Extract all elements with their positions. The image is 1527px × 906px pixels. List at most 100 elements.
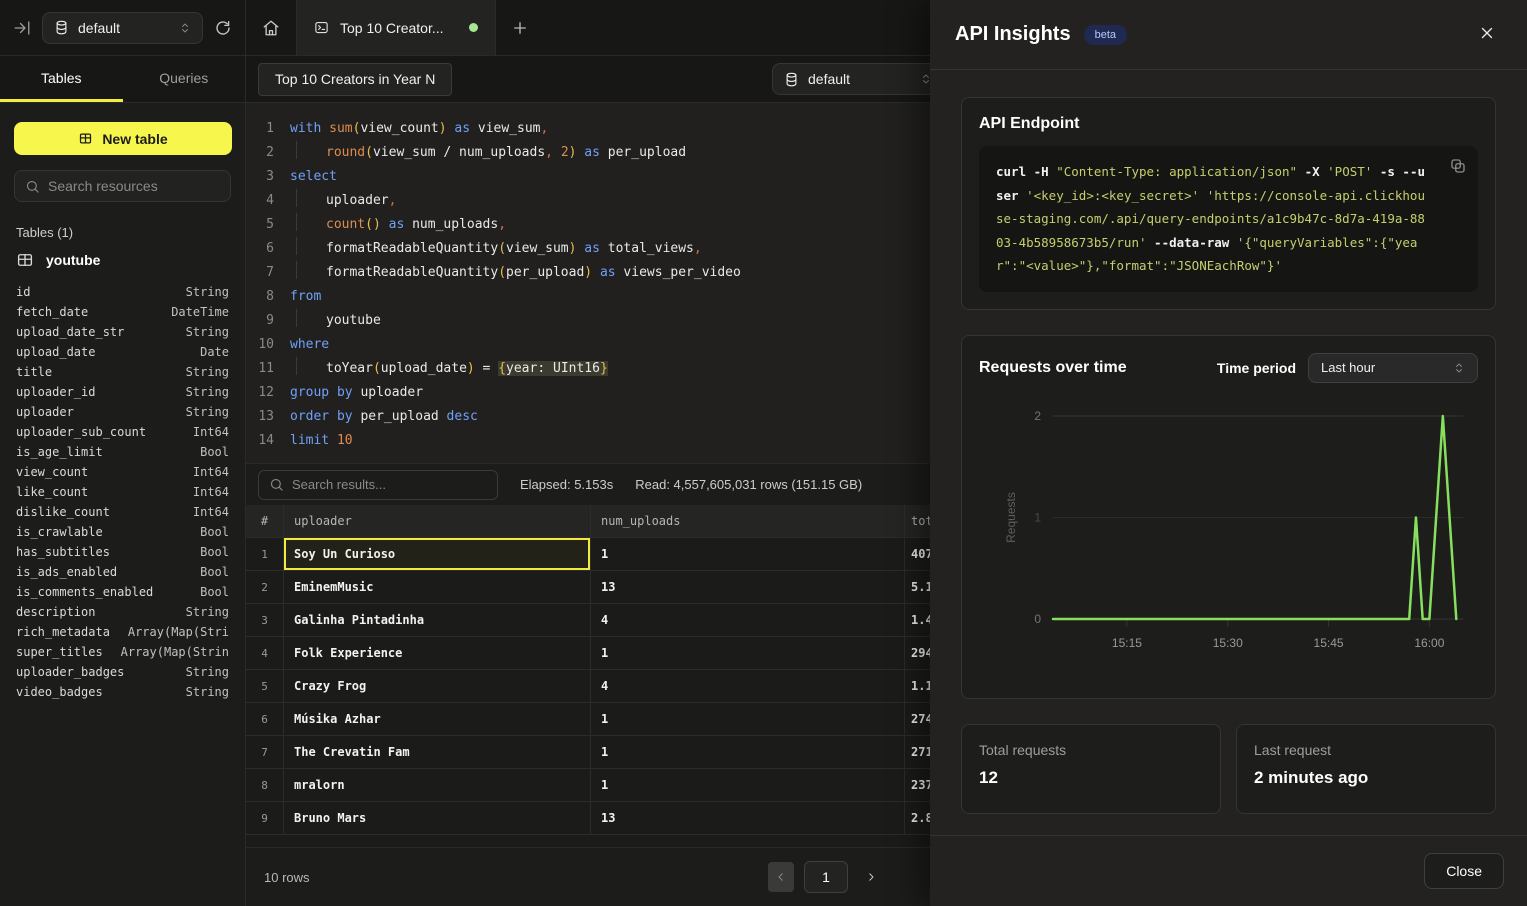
- table-cell[interactable]: Galinha Pintadinha: [284, 604, 591, 636]
- sql-token: limit: [290, 433, 337, 448]
- line-code: youtube: [290, 309, 381, 333]
- table-cell[interactable]: Músika Azhar: [284, 703, 591, 735]
- refresh-button[interactable]: [214, 19, 232, 37]
- query-tab-label: Top 10 Creator...: [340, 20, 444, 36]
- results-toolbar: Elapsed: 5.153s Read: 4,557,605,031 rows…: [246, 463, 930, 505]
- table-cell[interactable]: 1.1: [905, 670, 930, 702]
- table-cell[interactable]: 5.1: [905, 571, 930, 603]
- sql-token: [553, 145, 561, 160]
- next-page-button[interactable]: [858, 862, 884, 892]
- home-button[interactable]: [246, 0, 296, 55]
- column-name: is_comments_enabled: [16, 582, 153, 602]
- column-type: Int64: [193, 422, 229, 442]
- sidebar-item-youtube[interactable]: youtube: [16, 251, 229, 269]
- beta-badge: beta: [1084, 25, 1127, 45]
- column-row: dislike_countInt64: [16, 502, 229, 522]
- table-cell[interactable]: 13: [591, 802, 905, 834]
- new-table-button[interactable]: New table: [14, 122, 232, 155]
- column-name: uploader: [16, 402, 74, 422]
- sql-line: 3select: [246, 165, 930, 189]
- table-cell[interactable]: Crazy Frog: [284, 670, 591, 702]
- table-cell[interactable]: 1: [591, 769, 905, 801]
- table-cell[interactable]: 2.8: [905, 802, 930, 834]
- sql-editor[interactable]: 1with sum(view_count) as view_sum,2round…: [246, 103, 930, 463]
- table-cell[interactable]: 1: [591, 637, 905, 669]
- new-tab-button[interactable]: [496, 0, 544, 55]
- column-row: is_comments_enabledBool: [16, 582, 229, 602]
- table-cell[interactable]: Soy Un Curioso: [284, 538, 591, 570]
- table-cell[interactable]: Bruno Mars: [284, 802, 591, 834]
- sql-token: as: [389, 217, 405, 232]
- line-number: 10: [246, 333, 274, 357]
- table-cell[interactable]: 407: [905, 538, 930, 570]
- sql-token: formatReadableQuantity: [326, 241, 498, 256]
- tab-queries[interactable]: Queries: [123, 56, 246, 102]
- table-cell[interactable]: EminemMusic: [284, 571, 591, 603]
- line-number: 14: [246, 429, 274, 453]
- elapsed-stat: Elapsed: 5.153s: [520, 477, 613, 492]
- column-name: like_count: [16, 482, 88, 502]
- column-name: is_age_limit: [16, 442, 103, 462]
- line-code: limit 10: [290, 429, 353, 453]
- collapse-sidebar-button[interactable]: [13, 19, 31, 37]
- table-cell[interactable]: 1: [591, 538, 905, 570]
- topbar-left: default: [0, 0, 246, 55]
- sql-line: 13order by per_upload desc: [246, 405, 930, 429]
- table-cell[interactable]: 1.4: [905, 604, 930, 636]
- table-cell[interactable]: 4: [591, 670, 905, 702]
- table-cell[interactable]: 1: [591, 736, 905, 768]
- query-tab[interactable]: Top 10 Creator...: [296, 0, 496, 55]
- table-cell[interactable]: 271: [905, 736, 930, 768]
- column-row: uploaderString: [16, 402, 229, 422]
- table-cell[interactable]: 13: [591, 571, 905, 603]
- row-index-cell: 1: [246, 538, 284, 570]
- curl-segment: '<key_id>:<key_secret>': [1026, 188, 1199, 203]
- table-cell[interactable]: 294: [905, 637, 930, 669]
- editor-database-select[interactable]: default: [772, 63, 930, 95]
- sql-token: (: [498, 265, 506, 280]
- panel-close-button[interactable]: [1478, 24, 1496, 45]
- column-header: num_uploads: [591, 505, 905, 537]
- table-row: 4Folk Experience1294: [246, 637, 930, 670]
- editor: 1with sum(view_count) as view_sum,2round…: [246, 103, 930, 906]
- sql-token: ): [584, 265, 592, 280]
- row-index-cell: 7: [246, 736, 284, 768]
- query-title-label: Top 10 Creators in Year N: [275, 71, 435, 87]
- column-name: upload_date_str: [16, 322, 124, 342]
- table-row: 3Galinha Pintadinha41.4: [246, 604, 930, 637]
- column-type: DateTime: [171, 302, 229, 322]
- copy-button[interactable]: [1449, 157, 1467, 178]
- home-icon: [262, 19, 280, 37]
- table-cell[interactable]: mralorn: [284, 769, 591, 801]
- page-number-button[interactable]: 1: [804, 861, 848, 893]
- results-search[interactable]: [258, 470, 498, 500]
- column-row: video_badgesString: [16, 682, 229, 702]
- results-table-body: 1Soy Un Curioso14072EminemMusic135.13Gal…: [246, 538, 930, 835]
- resource-search-input[interactable]: [48, 178, 220, 194]
- sql-token: (): [365, 217, 381, 232]
- line-code: count() as num_uploads,: [290, 213, 506, 237]
- line-code: with sum(view_count) as view_sum,: [290, 117, 548, 141]
- results-table-header: #uploadernum_uploadstot: [246, 505, 930, 538]
- table-cell[interactable]: 1: [591, 703, 905, 735]
- time-period-select[interactable]: Last hour: [1308, 353, 1478, 383]
- table-cell[interactable]: 237: [905, 769, 930, 801]
- requests-chart: 01215:1515:3015:4516:00Requests: [979, 391, 1480, 681]
- tab-tables[interactable]: Tables: [0, 56, 123, 102]
- results-search-input[interactable]: [292, 477, 487, 492]
- table-cell[interactable]: Folk Experience: [284, 637, 591, 669]
- previous-page-button[interactable]: [768, 862, 794, 892]
- column-name: uploader_sub_count: [16, 422, 146, 442]
- table-cell[interactable]: 4: [591, 604, 905, 636]
- table-cell[interactable]: 274: [905, 703, 930, 735]
- resource-search[interactable]: [14, 170, 231, 202]
- database-select[interactable]: default: [42, 12, 203, 44]
- close-button[interactable]: Close: [1424, 853, 1504, 889]
- column-row: upload_dateDate: [16, 342, 229, 362]
- table-cell[interactable]: The Crevatin Fam: [284, 736, 591, 768]
- sql-token: as: [454, 121, 470, 136]
- column-name: dislike_count: [16, 502, 110, 522]
- table-row: 6Músika Azhar1274: [246, 703, 930, 736]
- sql-token: }: [600, 361, 608, 376]
- sql-token: toYear: [326, 361, 373, 376]
